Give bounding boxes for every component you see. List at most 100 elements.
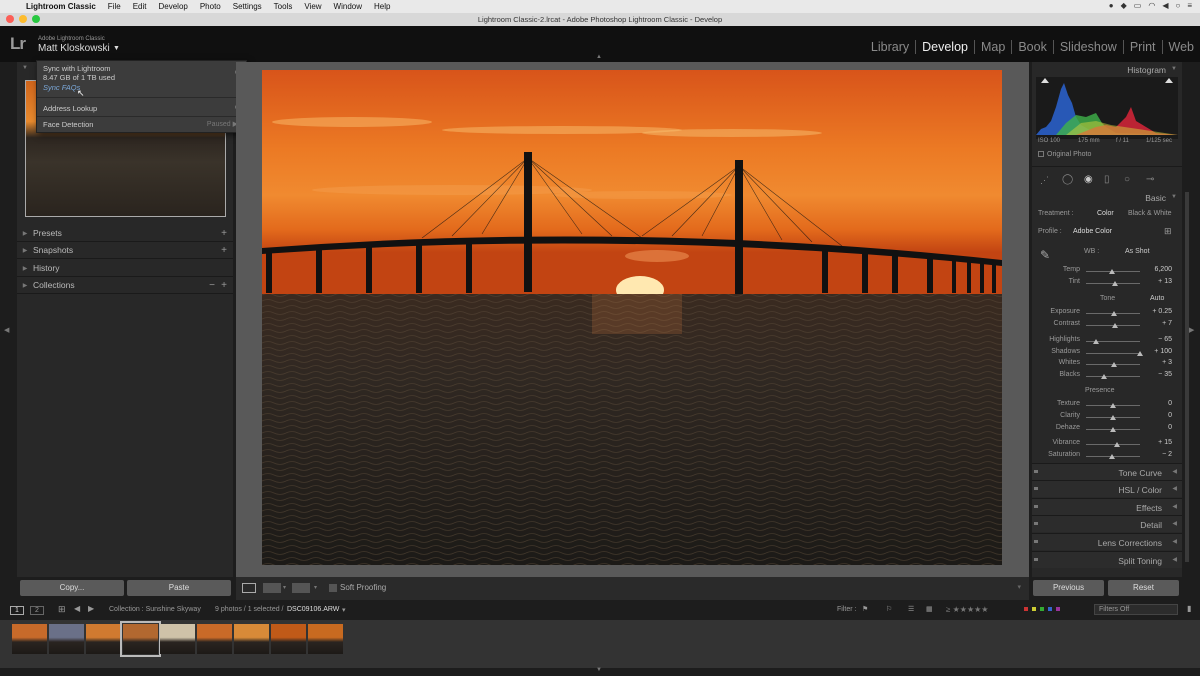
treatment-bw-button[interactable]: Black & White bbox=[1128, 210, 1172, 217]
graduated-filter-icon[interactable]: ▯ bbox=[1104, 174, 1110, 185]
chevron-down-icon[interactable]: ▼ bbox=[113, 45, 120, 52]
crop-tool-icon[interactable]: ⋰ bbox=[1040, 175, 1049, 186]
flag-filter-icon[interactable]: ⚑ bbox=[862, 605, 868, 613]
slider-value[interactable]: + 15 bbox=[1146, 439, 1172, 446]
profile-browser-icon[interactable]: ⊞ bbox=[1164, 226, 1172, 237]
paste-button[interactable]: Paste bbox=[127, 580, 231, 596]
module-library[interactable]: Library bbox=[865, 40, 915, 54]
filmstrip-thumbnail[interactable] bbox=[197, 624, 232, 654]
swap-before-after-icon[interactable] bbox=[292, 583, 310, 593]
sync-label[interactable]: Sync with Lightroom bbox=[43, 64, 111, 73]
collapse-left-icon[interactable]: ◀ bbox=[4, 326, 9, 334]
slider-thumb[interactable] bbox=[1109, 454, 1116, 459]
slider-track[interactable] bbox=[1086, 376, 1140, 377]
menu-list-icon[interactable]: ≡ bbox=[1187, 1, 1192, 10]
collection-source[interactable]: Collection : Sunshine Skyway bbox=[109, 606, 201, 613]
toggle-switch-icon[interactable] bbox=[1034, 540, 1038, 543]
module-print[interactable]: Print bbox=[1122, 40, 1162, 54]
back-arrow-icon[interactable]: ◀ bbox=[74, 604, 80, 613]
presets-section[interactable]: ▶ Presets + bbox=[17, 225, 233, 242]
collapse-icon[interactable]: ▼ bbox=[1171, 66, 1177, 72]
add-preset-button[interactable]: + bbox=[221, 228, 227, 239]
add-snapshot-button[interactable]: + bbox=[221, 245, 227, 256]
slider-thumb[interactable] bbox=[1110, 403, 1116, 408]
profile-select[interactable]: Adobe Color bbox=[1073, 228, 1112, 235]
module-develop[interactable]: Develop bbox=[915, 40, 974, 54]
slider-value[interactable]: + 7 bbox=[1146, 320, 1172, 327]
slider-value[interactable]: 0 bbox=[1146, 412, 1172, 419]
stack-filter-icon[interactable]: ☰ bbox=[908, 605, 914, 613]
filmstrip-thumbnail[interactable] bbox=[12, 624, 47, 654]
slider-thumb[interactable] bbox=[1110, 415, 1116, 420]
wifi-icon[interactable]: ◠ bbox=[1148, 1, 1155, 10]
chevron-down-icon[interactable]: ▾ bbox=[314, 584, 317, 591]
before-after-dropdown-icon[interactable]: ▾ bbox=[283, 584, 286, 591]
module-web[interactable]: Web bbox=[1161, 40, 1200, 54]
rating-filter[interactable]: ≥ ★★★★★ bbox=[946, 605, 988, 614]
filter-preset-select[interactable]: Filters Off bbox=[1094, 604, 1178, 615]
slider-thumb[interactable] bbox=[1111, 311, 1118, 316]
menu-edit[interactable]: Edit bbox=[127, 2, 153, 11]
lens-corrections-section[interactable]: Lens Corrections ◀ bbox=[1032, 533, 1182, 550]
slider-thumb[interactable] bbox=[1110, 362, 1117, 367]
grid-view-icon[interactable]: ⊞ bbox=[58, 604, 66, 615]
forward-arrow-icon[interactable]: ▶ bbox=[88, 604, 94, 613]
toggle-switch-icon[interactable] bbox=[1034, 487, 1038, 490]
collections-section[interactable]: ▶ Collections − + bbox=[17, 277, 233, 294]
soft-proofing-checkbox[interactable] bbox=[329, 584, 337, 592]
slider-track[interactable] bbox=[1086, 353, 1140, 354]
user-name[interactable]: Matt Kloskowski bbox=[38, 43, 110, 54]
slider-thumb[interactable] bbox=[1111, 323, 1118, 328]
collapse-right-icon[interactable]: ▶ bbox=[1189, 326, 1194, 334]
face-detection-status[interactable]: Paused ▶ bbox=[207, 120, 238, 128]
slider-value[interactable]: − 65 bbox=[1146, 336, 1172, 343]
hsl-section[interactable]: HSL / Color ◀ bbox=[1032, 480, 1182, 497]
menu-develop[interactable]: Develop bbox=[152, 2, 193, 11]
remove-collection-button[interactable]: − bbox=[209, 280, 215, 291]
slider-value[interactable]: + 100 bbox=[1146, 348, 1172, 355]
creative-cloud-icon[interactable]: ● bbox=[1109, 1, 1114, 10]
navigator-collapse-icon[interactable]: ▼ bbox=[22, 65, 28, 71]
module-slideshow[interactable]: Slideshow bbox=[1052, 40, 1123, 54]
chevron-down-icon[interactable]: ▾ bbox=[342, 606, 346, 614]
filmstrip-thumbnail[interactable] bbox=[120, 621, 161, 657]
filmstrip-thumbnail[interactable] bbox=[308, 624, 343, 654]
detail-section[interactable]: Detail ◀ bbox=[1032, 515, 1182, 532]
eyedropper-icon[interactable]: ✎ bbox=[1040, 248, 1050, 262]
copy-button[interactable]: Copy... bbox=[20, 580, 124, 596]
history-section[interactable]: ▶ History bbox=[17, 260, 233, 277]
panel-collapse-bottom-icon[interactable]: ▼ bbox=[596, 667, 602, 673]
menu-help[interactable]: Help bbox=[368, 2, 396, 11]
toolbar-menu-icon[interactable]: ▾ bbox=[1017, 583, 1021, 591]
volume-icon[interactable]: ◀ bbox=[1162, 1, 1168, 10]
face-detection-label[interactable]: Face Detection bbox=[43, 120, 93, 129]
auto-button[interactable]: Auto bbox=[1150, 295, 1164, 302]
module-map[interactable]: Map bbox=[974, 40, 1011, 54]
minimize-window-button[interactable] bbox=[19, 15, 27, 23]
slider-value[interactable]: 0 bbox=[1146, 400, 1172, 407]
module-book[interactable]: Book bbox=[1011, 40, 1053, 54]
filmstrip-thumbnail[interactable] bbox=[234, 624, 269, 654]
treatment-color-button[interactable]: Color bbox=[1097, 210, 1114, 217]
histogram-chart[interactable] bbox=[1036, 77, 1178, 139]
slider-thumb[interactable] bbox=[1092, 339, 1099, 344]
zoom-window-button[interactable] bbox=[32, 15, 40, 23]
previous-button[interactable]: Previous bbox=[1033, 580, 1104, 596]
slider-value[interactable]: − 35 bbox=[1146, 371, 1172, 378]
color-label-filter[interactable] bbox=[1024, 607, 1084, 613]
slider-thumb[interactable] bbox=[1113, 442, 1120, 447]
toggle-switch-icon[interactable] bbox=[1034, 470, 1038, 473]
slider-thumb[interactable] bbox=[1112, 281, 1119, 286]
airplay-icon[interactable]: ▭ bbox=[1134, 1, 1142, 10]
lightroom-logo[interactable]: Lr bbox=[10, 34, 26, 54]
radial-filter-icon[interactable]: ○ bbox=[1124, 174, 1130, 185]
spot-removal-icon[interactable]: ◯ bbox=[1062, 174, 1073, 185]
reset-button[interactable]: Reset bbox=[1108, 580, 1179, 596]
slider-thumb[interactable] bbox=[1110, 427, 1116, 432]
menu-settings[interactable]: Settings bbox=[227, 2, 268, 11]
before-after-icon[interactable] bbox=[263, 583, 281, 593]
menu-window[interactable]: Window bbox=[328, 2, 368, 11]
selected-file-name[interactable]: DSC09106.ARW bbox=[287, 606, 339, 613]
basic-title[interactable]: Basic bbox=[1145, 193, 1166, 203]
filmstrip-thumbnail[interactable] bbox=[86, 624, 121, 654]
